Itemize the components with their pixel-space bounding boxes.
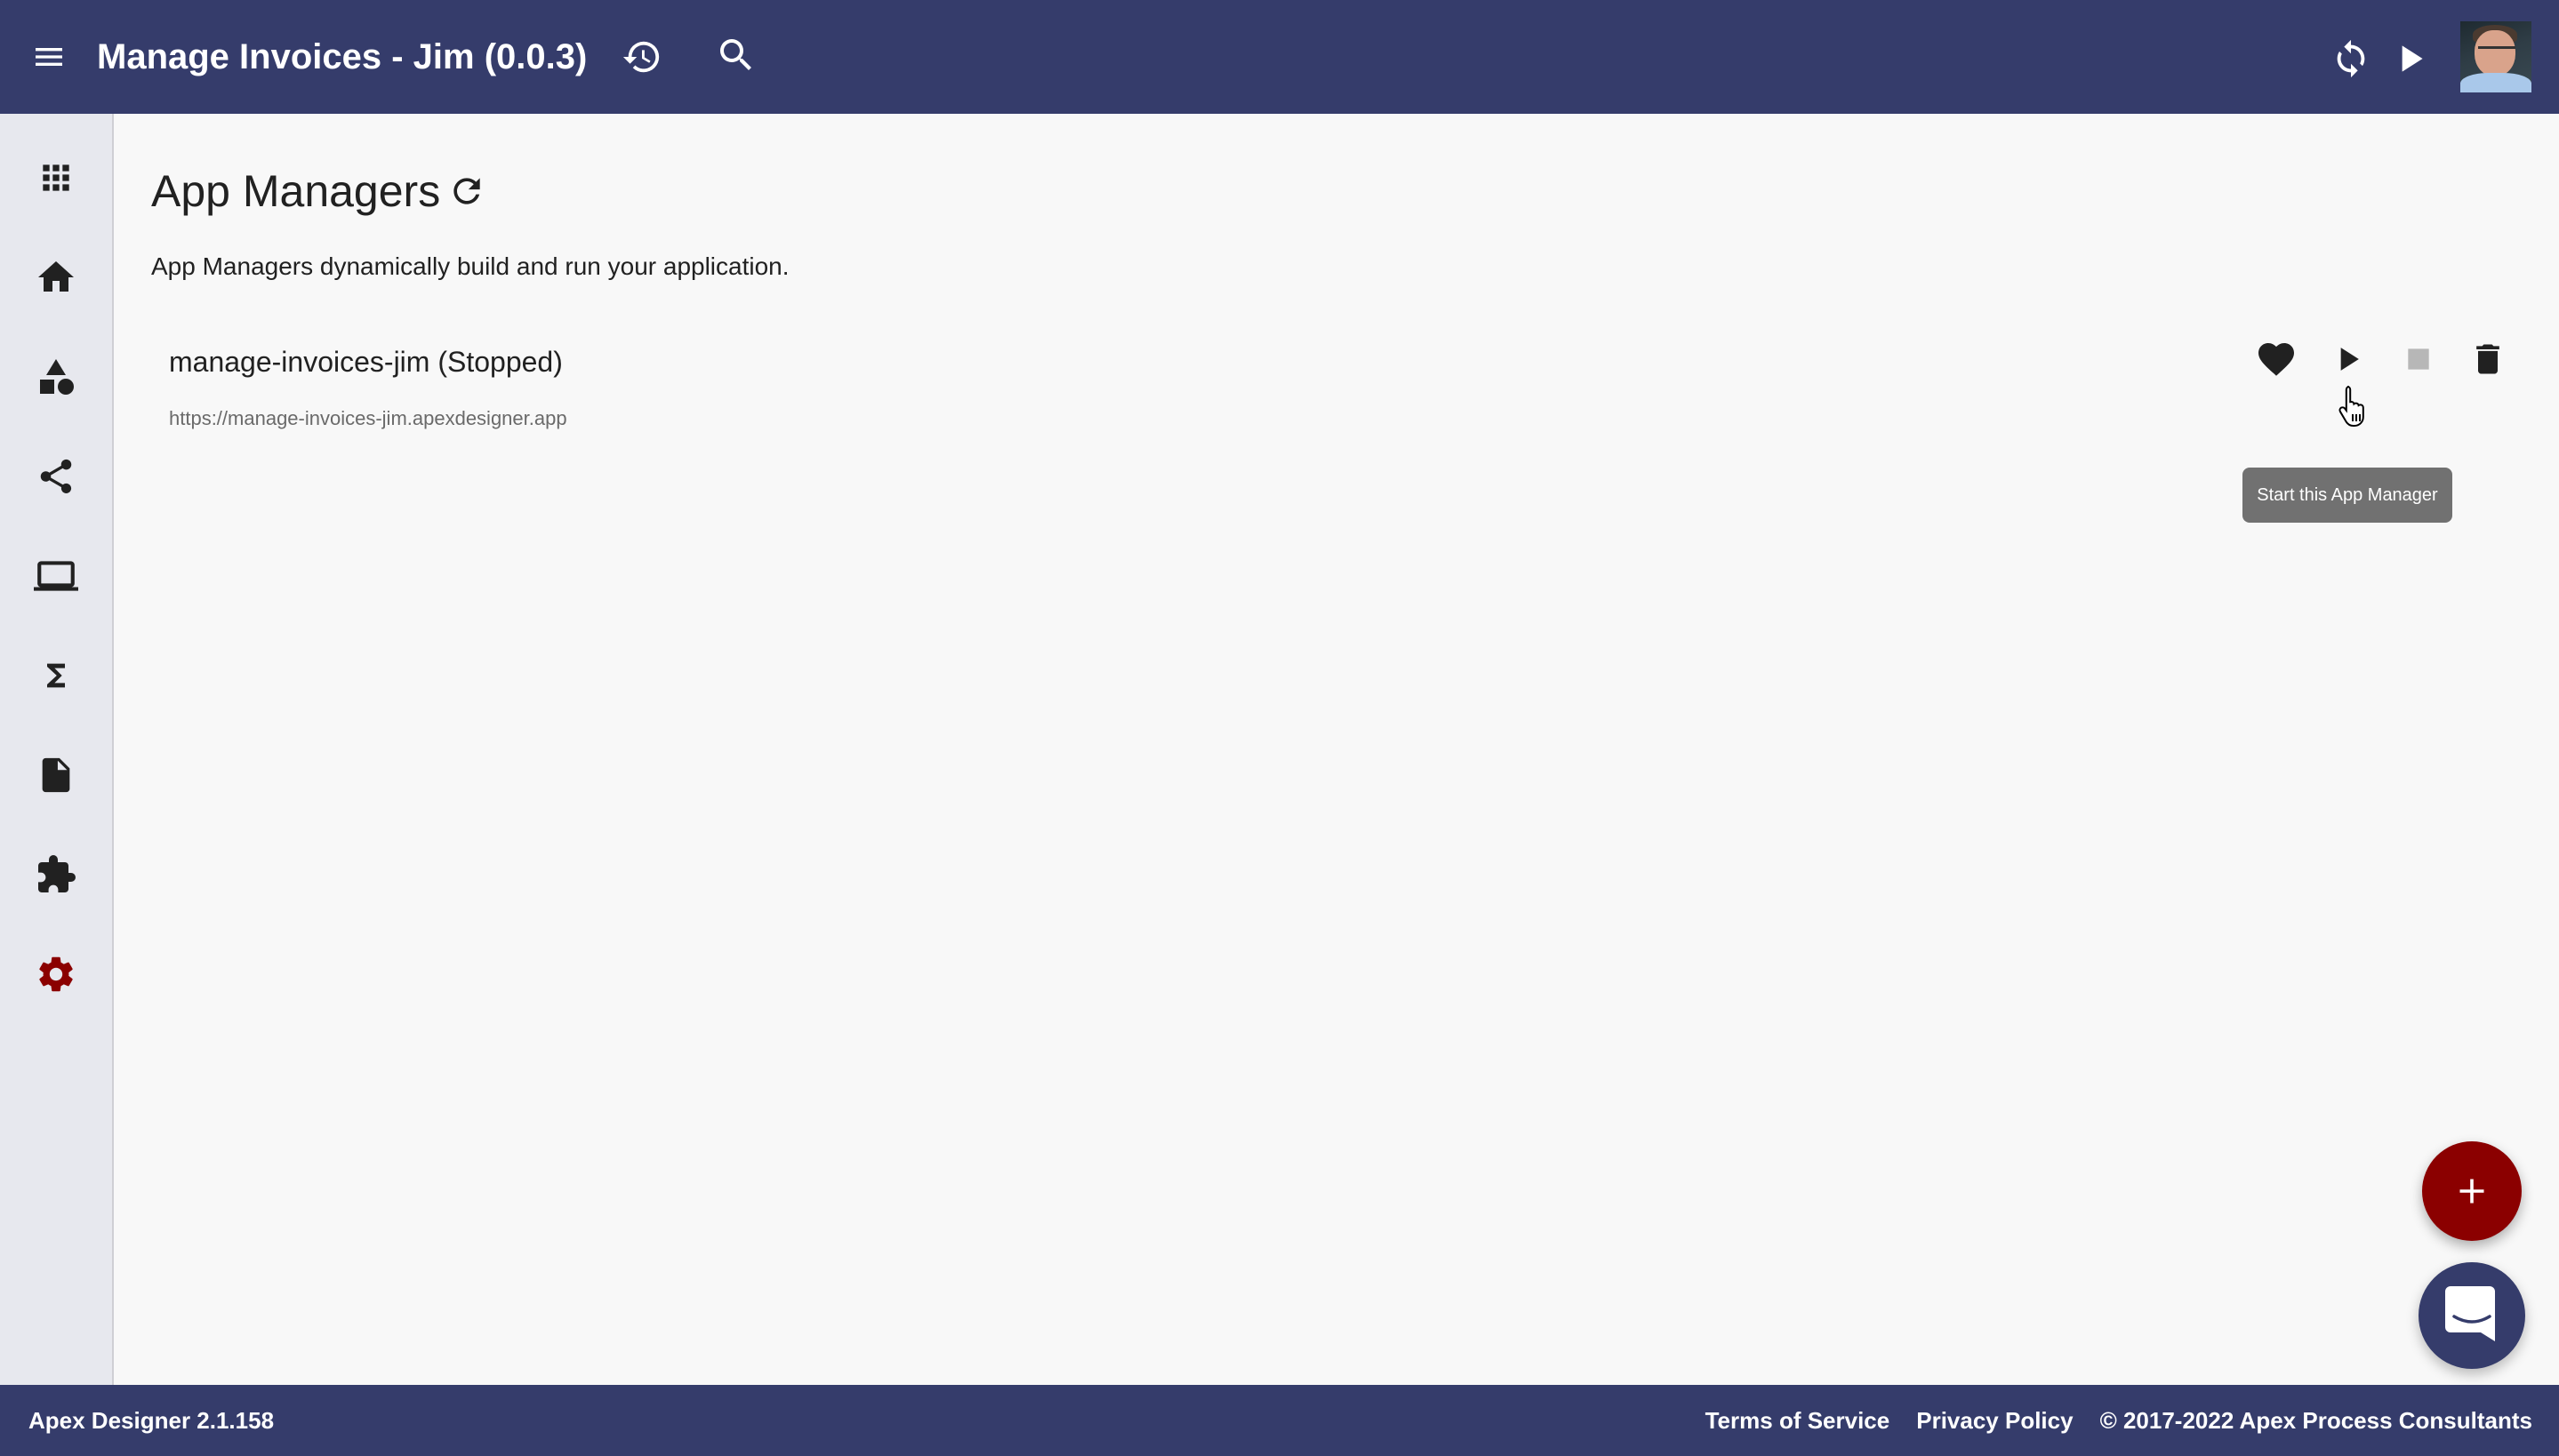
hand-cursor-icon xyxy=(2338,386,2364,427)
sidebar-item-home[interactable] xyxy=(0,242,112,313)
favorite-button[interactable] xyxy=(2250,332,2303,386)
home-icon xyxy=(38,261,74,292)
extension-icon xyxy=(38,855,76,892)
privacy-policy-link[interactable]: Privacy Policy xyxy=(1916,1404,2073,1436)
delete-button[interactable] xyxy=(2461,332,2515,386)
sidebar-nav xyxy=(0,114,114,1385)
start-app-manager-button[interactable] xyxy=(2321,332,2374,386)
tooltip-start-app-manager: Start this App Manager xyxy=(2242,468,2452,523)
app-manager-name: manage-invoices-jim (Stopped) xyxy=(169,346,563,378)
stop-icon xyxy=(2408,348,2429,370)
stop-app-manager-button xyxy=(2392,332,2445,386)
menu-icon xyxy=(36,48,62,66)
history-button[interactable] xyxy=(615,30,669,84)
trash-icon xyxy=(2476,344,2499,374)
gear-icon xyxy=(39,956,73,992)
add-app-manager-button[interactable] xyxy=(2422,1141,2522,1241)
app-version: Apex Designer 2.1.158 xyxy=(28,1407,275,1434)
sync-button[interactable] xyxy=(2324,32,2378,85)
sidebar-item-functions[interactable] xyxy=(0,640,112,711)
top-app-bar: Manage Invoices - Jim (0.0.3) xyxy=(0,0,2559,114)
refresh-button[interactable] xyxy=(445,169,489,213)
sidebar-item-user-interfaces[interactable] xyxy=(0,540,112,612)
main-content: App Managers App Managers dynamically bu… xyxy=(116,114,2559,1385)
search-icon xyxy=(720,39,751,70)
file-icon xyxy=(42,757,70,793)
app-manager-url[interactable]: https://manage-invoices-jim.apexdesigner… xyxy=(169,405,567,432)
footer: Apex Designer 2.1.158 Terms of Service P… xyxy=(0,1385,2559,1456)
app-title: Manage Invoices - Jim (0.0.3) xyxy=(97,37,588,76)
sidebar-item-files[interactable] xyxy=(0,740,112,811)
heart-icon xyxy=(2258,343,2294,376)
run-app-button[interactable] xyxy=(2383,32,2436,85)
sync-icon xyxy=(2337,39,2365,78)
refresh-icon xyxy=(453,178,480,204)
sidebar-item-business-objects[interactable] xyxy=(0,341,112,412)
chat-support-button[interactable] xyxy=(2419,1262,2525,1369)
sidebar-item-settings[interactable] xyxy=(0,939,112,1010)
page-title: App Managers xyxy=(151,166,441,216)
share-icon xyxy=(40,459,72,494)
play-icon xyxy=(2340,348,2359,371)
plus-icon xyxy=(2459,1179,2484,1204)
play-icon xyxy=(2402,45,2423,72)
user-avatar[interactable] xyxy=(2460,21,2531,92)
copyright: © 2017-2022 Apex Process Consultants xyxy=(2099,1407,2532,1434)
history-icon xyxy=(622,41,660,73)
page-description: App Managers dynamically build and run y… xyxy=(151,252,790,280)
laptop-icon xyxy=(34,561,78,591)
apps-grid-icon xyxy=(43,164,69,191)
chat-icon xyxy=(2445,1286,2495,1341)
terms-of-service-link[interactable]: Terms of Service xyxy=(1705,1404,1890,1436)
sidebar-item-processes[interactable] xyxy=(0,441,112,512)
shapes-icon xyxy=(40,359,74,395)
menu-button[interactable] xyxy=(27,30,71,84)
sigma-icon xyxy=(47,663,65,688)
search-button[interactable] xyxy=(710,28,763,82)
sidebar-item-libraries[interactable] xyxy=(0,839,112,910)
sidebar-item-apps[interactable] xyxy=(0,142,112,213)
